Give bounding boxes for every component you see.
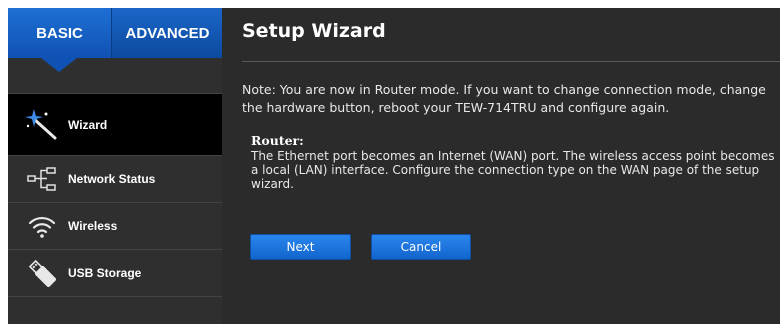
sidebar: BASIC ADVANCED Wizard Network Status Wir… xyxy=(8,8,223,324)
mode-note: Note: You are now in Router mode. If you… xyxy=(242,82,766,115)
app-frame: BASIC ADVANCED Wizard Network Status Wir… xyxy=(8,8,780,324)
sidebar-item-label: Wireless xyxy=(68,219,118,233)
tab-basic[interactable]: BASIC xyxy=(8,8,111,58)
page-title: Setup Wizard xyxy=(242,20,386,42)
wand-icon xyxy=(22,107,62,143)
wifi-icon xyxy=(22,208,62,244)
tab-advanced[interactable]: ADVANCED xyxy=(111,8,223,58)
sidebar-item-network-status[interactable]: Network Status xyxy=(8,156,222,202)
divider xyxy=(242,61,780,62)
main-panel: Setup Wizard Note: You are now in Router… xyxy=(222,8,780,324)
sidebar-item-label: Wizard xyxy=(68,117,108,132)
network-icon xyxy=(22,161,62,197)
router-heading: Router: xyxy=(251,133,304,148)
next-button[interactable]: Next xyxy=(250,234,351,260)
sidebar-item-label: USB Storage xyxy=(68,266,142,280)
mode-tabs: BASIC ADVANCED xyxy=(8,8,223,58)
sidebar-item-wizard[interactable]: Wizard xyxy=(8,94,222,155)
router-description: The Ethernet port becomes an Internet (W… xyxy=(251,149,775,191)
tab-active-indicator xyxy=(41,58,77,72)
sidebar-item-wireless[interactable]: Wireless xyxy=(8,203,222,249)
sidebar-item-label: Network Status xyxy=(68,172,156,186)
divider xyxy=(8,296,222,297)
sidebar-item-usb-storage[interactable]: USB Storage xyxy=(8,250,222,296)
usb-icon xyxy=(22,255,62,291)
cancel-button[interactable]: Cancel xyxy=(371,234,471,260)
